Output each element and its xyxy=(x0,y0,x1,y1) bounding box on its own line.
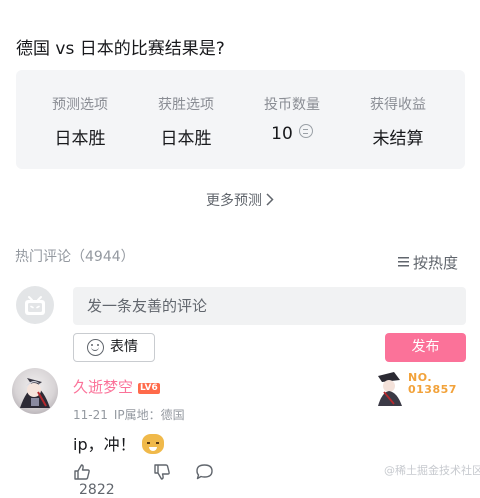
reply-button[interactable] xyxy=(195,463,214,482)
more-predictions-label: 更多预测 xyxy=(206,193,262,209)
dislike-button[interactable] xyxy=(153,463,171,482)
column-value-wrap: 10 xyxy=(240,124,344,144)
sort-icon xyxy=(398,257,409,267)
prediction-question: 德国 vs 日本的比赛结果是? xyxy=(16,39,225,59)
thumbs-up-icon xyxy=(74,464,90,480)
column-value: 日本胜 xyxy=(160,129,212,149)
commenter-username[interactable]: 久逝梦空 xyxy=(73,378,133,396)
column-label: 预测选项 xyxy=(52,97,108,113)
smile-icon xyxy=(87,339,104,356)
my-avatar[interactable] xyxy=(16,286,54,324)
sort-by-hot-button[interactable]: 按热度 xyxy=(398,252,458,273)
publish-button[interactable]: 发布 xyxy=(385,333,466,362)
more-predictions-link[interactable]: 更多预测 xyxy=(0,190,480,210)
commenter-avatar[interactable] xyxy=(12,368,58,414)
column-label: 投币数量 xyxy=(264,97,320,113)
reply-bubble-icon xyxy=(196,464,213,480)
like-button[interactable]: 2822 xyxy=(73,463,115,498)
fan-number-badge: NO. 013857 xyxy=(370,366,462,408)
column-value: 10 xyxy=(271,124,293,144)
like-count: 2822 xyxy=(79,482,115,498)
fan-badge-number-digits: 013857 xyxy=(408,383,457,396)
anime-character-avatar-icon xyxy=(20,378,50,408)
fan-badge-character-icon xyxy=(378,372,402,406)
emoji-button-label: 表情 xyxy=(110,339,138,355)
fan-badge-number: NO. 013857 xyxy=(408,372,457,396)
comment-ip-location: IP属地：德国 xyxy=(113,408,185,422)
chevron-right-icon xyxy=(266,191,274,209)
comment-input-placeholder: 发一条友善的评论 xyxy=(87,297,208,315)
hot-comments-title: 热门评论（4944） xyxy=(15,249,135,265)
comment-text-row: ip，冲！ xyxy=(73,431,164,455)
column-value: 日本胜 xyxy=(54,129,106,149)
thumbs-down-icon xyxy=(154,464,170,480)
tv-mascot-icon xyxy=(25,296,45,315)
comment-input[interactable]: 发一条友善的评论 xyxy=(73,287,466,325)
sort-label: 按热度 xyxy=(413,254,459,272)
source-watermark: @稀土掘金技术社区 xyxy=(384,464,480,477)
emoji-button[interactable]: 表情 xyxy=(73,333,155,362)
coin-icon xyxy=(298,124,313,138)
prediction-summary-card: 预测选项 日本胜 获胜选项 日本胜 投币数量 10 获得收益 未结算 xyxy=(16,70,465,169)
comment-date: 11-21 xyxy=(73,408,108,422)
comment-meta: 11-21 IP属地：德国 xyxy=(73,406,185,423)
column-label: 获得收益 xyxy=(370,97,426,113)
column-label: 获胜选项 xyxy=(158,97,214,113)
doge-emoji-icon xyxy=(141,434,164,454)
commenter-name-row: 久逝梦空 LV6 xyxy=(73,376,160,397)
column-value: 未结算 xyxy=(372,129,424,149)
comment-text: ip，冲！ xyxy=(73,435,136,454)
level-badge: LV6 xyxy=(138,383,160,394)
